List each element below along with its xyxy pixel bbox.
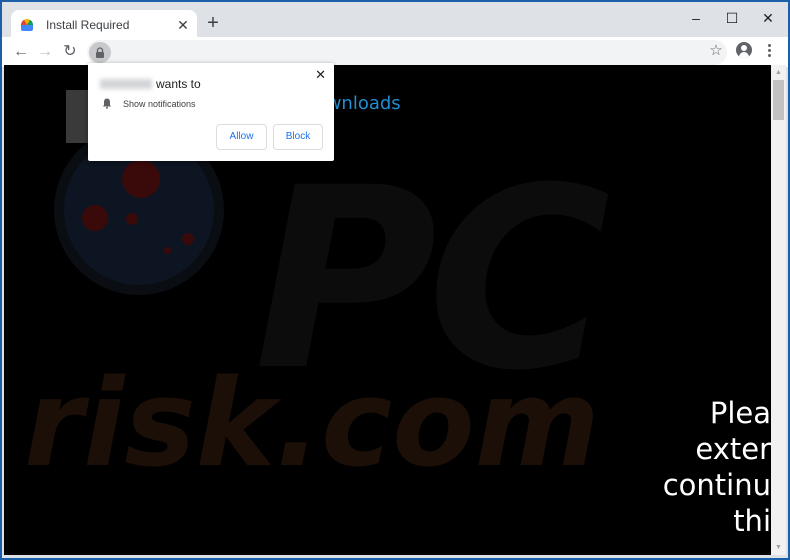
title-bar: Install Required ✕ + – ☐ ✕ <box>2 2 788 39</box>
allow-button[interactable]: Allow <box>216 124 267 150</box>
vertical-scrollbar[interactable]: ▲ ▼ <box>771 65 786 555</box>
prompt-permission: Show notifications <box>102 98 196 109</box>
body-line: thi <box>733 504 771 538</box>
prompt-close-icon[interactable]: ✕ <box>315 67 326 83</box>
site-info-button[interactable] <box>89 42 111 63</box>
tab-title: Install Required <box>46 17 130 32</box>
new-tab-button[interactable]: + <box>204 13 222 33</box>
minimize-button[interactable]: – <box>682 7 710 29</box>
close-window-button[interactable]: ✕ <box>754 7 782 29</box>
scroll-thumb[interactable] <box>773 80 784 120</box>
tab-close-icon[interactable]: ✕ <box>175 17 191 33</box>
back-button[interactable]: ← <box>10 41 32 63</box>
reload-button[interactable]: ↻ <box>59 41 81 63</box>
address-bar[interactable] <box>87 40 727 65</box>
prompt-origin: wants to <box>100 77 201 91</box>
body-line: exter <box>695 432 771 466</box>
scroll-up-arrow-icon[interactable]: ▲ <box>771 65 786 80</box>
tab-install-required[interactable]: Install Required ✕ <box>11 10 197 39</box>
more-menu-icon[interactable] <box>764 42 774 60</box>
forward-button[interactable]: → <box>34 41 56 63</box>
notification-permission-prompt: ✕ wants to Show notifications Allow Bloc… <box>88 63 334 161</box>
profile-avatar-icon[interactable] <box>736 42 752 58</box>
body-line: continu <box>662 468 771 502</box>
block-button[interactable]: Block <box>273 124 323 150</box>
blurred-site-name <box>100 79 152 89</box>
bell-icon <box>103 98 111 109</box>
watermark-risk: risk.com <box>24 355 600 494</box>
lock-icon <box>96 47 104 58</box>
body-line: Plea <box>709 396 771 430</box>
bookmark-star-icon[interactable]: ☆ <box>705 40 727 62</box>
chrome-installer-icon <box>20 18 34 32</box>
prompt-wants-to: wants to <box>156 77 201 91</box>
maximize-button[interactable]: ☐ <box>718 7 746 29</box>
permission-label: Show notifications <box>123 98 196 109</box>
page-body-text: Plea exter continu thi <box>663 395 771 539</box>
scroll-down-arrow-icon[interactable]: ▼ <box>771 540 786 555</box>
